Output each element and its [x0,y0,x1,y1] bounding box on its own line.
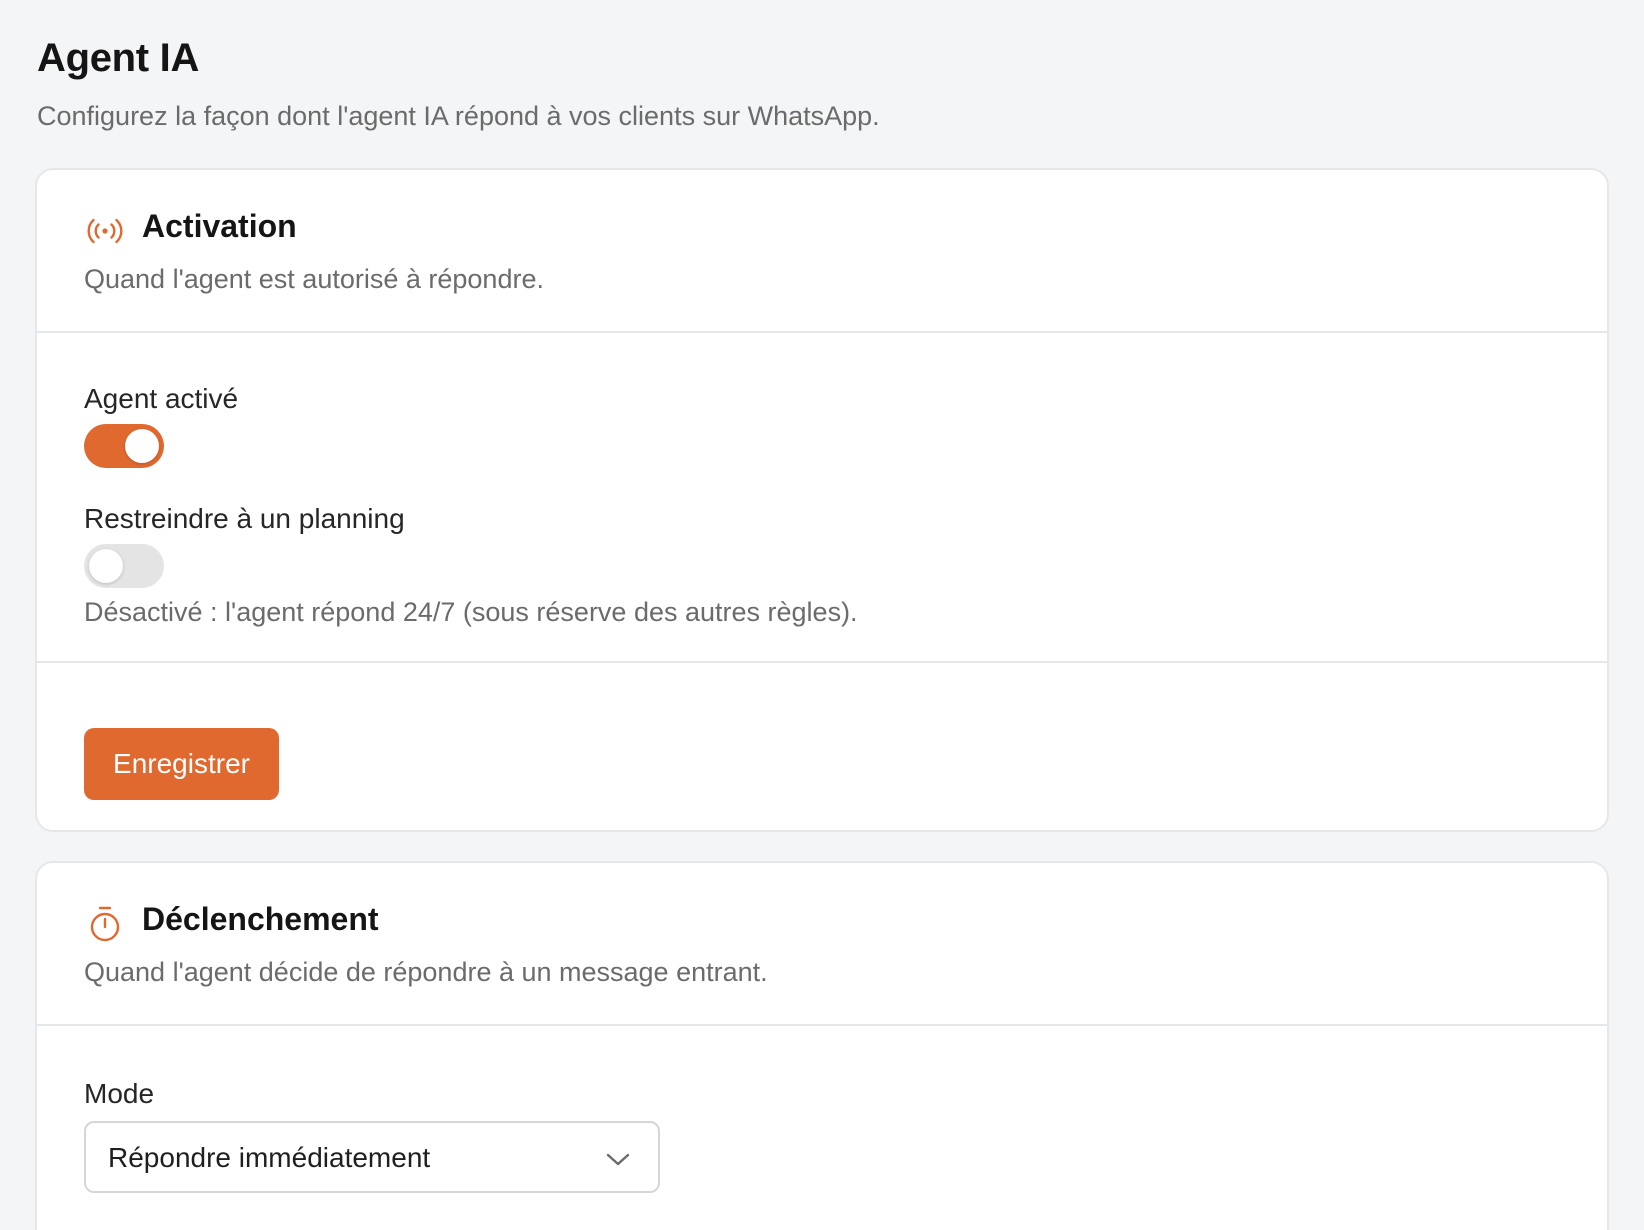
activation-footer-divider [37,661,1607,663]
schedule-toggle[interactable] [84,544,164,588]
chevron-down-icon [604,1147,632,1171]
activation-description: Quand l'agent est autorisé à répondre. [84,264,544,294]
agent-active-toggle[interactable] [84,424,164,468]
activation-card: Activation Quand l'agent est autorisé à … [35,168,1609,832]
broadcast-icon [84,210,126,252]
activation-title: Activation [142,208,297,244]
schedule-label: Restreindre à un planning [84,503,405,534]
trigger-card-header: Déclenchement Quand l'agent décide de ré… [37,863,1607,1026]
activation-card-header: Activation Quand l'agent est autorisé à … [37,170,1607,333]
agent-active-label: Agent activé [84,383,239,414]
agent-ia-settings-page: Agent IA Configurez la façon dont l'agen… [0,0,1644,1230]
page-title: Agent IA [37,36,200,80]
toggle-knob [89,549,123,583]
stopwatch-icon [84,903,126,945]
trigger-description: Quand l'agent décide de répondre à un me… [84,957,768,987]
schedule-helper-text: Désactivé : l'agent répond 24/7 (sous ré… [84,597,858,627]
trigger-card: Déclenchement Quand l'agent décide de ré… [35,861,1609,1230]
trigger-title: Déclenchement [142,901,379,937]
mode-select[interactable]: Répondre immédiatement [84,1121,660,1193]
page-subtitle: Configurez la façon dont l'agent IA répo… [37,101,880,131]
mode-label: Mode [84,1078,155,1109]
toggle-knob [125,429,159,463]
mode-selected-value: Répondre immédiatement [108,1142,431,1173]
save-button[interactable]: Enregistrer [84,728,279,800]
